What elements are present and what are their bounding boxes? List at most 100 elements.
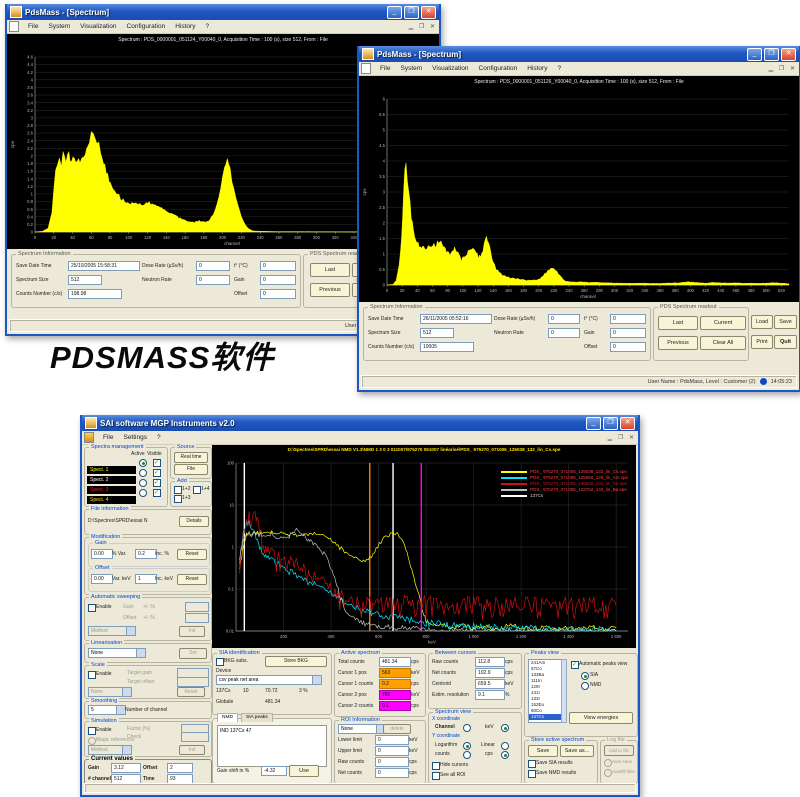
- hide-cursors-checkbox[interactable]: [432, 762, 440, 770]
- see-all-roi-checkbox[interactable]: [432, 772, 440, 780]
- save-as-button[interactable]: Save as...: [560, 745, 594, 757]
- file-button[interactable]: File: [174, 464, 208, 475]
- offset-field[interactable]: 0: [260, 289, 296, 299]
- spectrum-size-field[interactable]: 512: [420, 328, 454, 338]
- counts-number-field[interactable]: 198.98: [68, 289, 122, 299]
- add-1-4-checkbox[interactable]: [193, 486, 201, 494]
- multi-spectrum-display[interactable]: D:\Spectres\SPRD\essai NMD V1.3\NMD 1 3 …: [212, 445, 636, 648]
- print-button[interactable]: Print: [751, 335, 773, 349]
- visible-checkbox[interactable]: [153, 479, 161, 487]
- kev-radio[interactable]: [501, 724, 509, 732]
- spectrum-row[interactable]: Spect. 2: [87, 468, 165, 478]
- channel-radio[interactable]: [463, 724, 471, 732]
- menu-file[interactable]: File: [23, 23, 43, 30]
- menu-visualization[interactable]: Visualization: [427, 65, 473, 72]
- mdi-window-controls[interactable]: ▁ ❐ ✕: [769, 65, 797, 72]
- save-date-field[interactable]: 25/10/2005 15:58:31: [68, 261, 140, 271]
- titlebar[interactable]: SAI software MGP Instruments v2.0 _ ❐ ✕: [82, 415, 638, 431]
- gain-reset-button[interactable]: Reset: [177, 549, 207, 560]
- gain-field[interactable]: 0: [610, 328, 646, 338]
- save-button[interactable]: Save: [774, 315, 797, 329]
- gain-inc-field[interactable]: 0.2: [135, 549, 157, 559]
- active-radio[interactable]: [139, 469, 147, 477]
- neutron-rate-field[interactable]: 0: [196, 275, 230, 285]
- save-sia-results-checkbox[interactable]: [528, 760, 536, 768]
- spectrum-row[interactable]: Spect. 1: [87, 458, 165, 468]
- linear-radio[interactable]: [501, 742, 509, 750]
- cps-radio[interactable]: [501, 751, 509, 759]
- load-button[interactable]: Load: [751, 315, 773, 329]
- add-1-2-checkbox[interactable]: [174, 486, 182, 494]
- upper-limit-value[interactable]: 0: [375, 746, 409, 756]
- offset-inc-field[interactable]: 1: [135, 574, 157, 584]
- minimize-icon[interactable]: _: [747, 48, 762, 61]
- last-button[interactable]: Last: [658, 316, 698, 330]
- offset-field[interactable]: 0: [610, 342, 646, 352]
- menu-history[interactable]: History: [522, 65, 552, 72]
- save-button[interactable]: Save: [528, 745, 558, 757]
- counts-number-field[interactable]: 10005: [420, 342, 474, 352]
- lower-limit-value[interactable]: 0: [375, 735, 409, 745]
- temperature-field[interactable]: 0: [260, 261, 296, 271]
- minimize-icon[interactable]: _: [586, 417, 601, 430]
- tab-nmd[interactable]: NMD: [217, 713, 238, 722]
- active-radio[interactable]: [139, 489, 147, 497]
- simulation-enable-checkbox[interactable]: [88, 727, 96, 735]
- active-radio[interactable]: [139, 459, 147, 467]
- neutron-rate-field[interactable]: 0: [548, 328, 580, 338]
- menu-help[interactable]: ?: [152, 434, 166, 441]
- previous-button[interactable]: Previous: [658, 336, 698, 350]
- offset-var-spinner[interactable]: 0.00: [91, 574, 113, 584]
- close-icon[interactable]: ✕: [421, 6, 436, 19]
- add-1-3-checkbox[interactable]: [174, 495, 182, 503]
- real-time-button[interactable]: Real time: [174, 452, 208, 463]
- mdi-window-controls[interactable]: ▁ ❐ ✕: [608, 434, 636, 441]
- maximize-icon[interactable]: ❐: [404, 6, 419, 19]
- counts-radio[interactable]: [463, 751, 471, 759]
- peaks-list-item[interactable]: 137Cs: [529, 714, 561, 720]
- clear-all-button[interactable]: Clear All: [700, 336, 746, 350]
- automatic-peaks-checkbox[interactable]: [571, 661, 579, 669]
- store-bkg-button[interactable]: Store BKG: [265, 656, 327, 667]
- gain-field[interactable]: 0: [260, 275, 296, 285]
- spectrum-row[interactable]: Spect. 4: [87, 488, 165, 498]
- temperature-field[interactable]: 0: [610, 314, 646, 324]
- details-button[interactable]: Details: [179, 516, 209, 527]
- peaks-listbox[interactable]: 241Am57Co133Ba111In129I131I133I152Eu60Co…: [528, 659, 562, 723]
- menu-settings[interactable]: Settings: [118, 434, 152, 441]
- maximize-icon[interactable]: ❐: [603, 417, 618, 430]
- sweeping-enable-checkbox[interactable]: [88, 604, 96, 612]
- save-date-field[interactable]: 26/11/2005 05:52:16: [420, 314, 492, 324]
- active-radio[interactable]: [139, 479, 147, 487]
- quit-button[interactable]: Quit: [774, 335, 797, 349]
- gain-var-spinner[interactable]: 0.00: [91, 549, 113, 559]
- offset-reset-button[interactable]: Reset: [177, 574, 207, 585]
- menu-help[interactable]: ?: [552, 65, 566, 72]
- sia-radio[interactable]: [581, 672, 589, 680]
- save-nmd-results-checkbox[interactable]: [528, 770, 536, 778]
- nmd-radio[interactable]: [581, 682, 589, 690]
- view-energies-button[interactable]: View energies: [569, 712, 633, 724]
- menu-visualization[interactable]: Visualization: [75, 23, 121, 30]
- dose-rate-field[interactable]: 0: [548, 314, 580, 324]
- scale-enable-checkbox[interactable]: [88, 671, 96, 679]
- linearisation-dropdown[interactable]: None: [88, 648, 146, 658]
- visible-checkbox[interactable]: [153, 469, 161, 477]
- menu-file[interactable]: File: [98, 434, 118, 441]
- maximize-icon[interactable]: ❐: [764, 48, 779, 61]
- bkg-subs-checkbox[interactable]: [216, 658, 224, 666]
- close-icon[interactable]: ✕: [781, 48, 796, 61]
- smoothing-dropdown[interactable]: 5: [88, 705, 126, 715]
- last-button[interactable]: Last: [310, 263, 350, 277]
- menu-configuration[interactable]: Configuration: [474, 65, 523, 72]
- spectrum-size-field[interactable]: 512: [68, 275, 102, 285]
- tab-sia-peaks[interactable]: SIA peaks: [241, 713, 273, 722]
- menu-system[interactable]: System: [395, 65, 427, 72]
- close-icon[interactable]: ✕: [620, 417, 635, 430]
- menu-history[interactable]: History: [170, 23, 200, 30]
- use-button[interactable]: Use: [289, 765, 319, 777]
- spectrum-row[interactable]: Spect. 3: [87, 478, 165, 488]
- dose-rate-field[interactable]: 0: [196, 261, 230, 271]
- sia-mode-dropdown[interactable]: csv peak net area: [216, 675, 322, 685]
- roi-dropdown[interactable]: None: [338, 724, 386, 734]
